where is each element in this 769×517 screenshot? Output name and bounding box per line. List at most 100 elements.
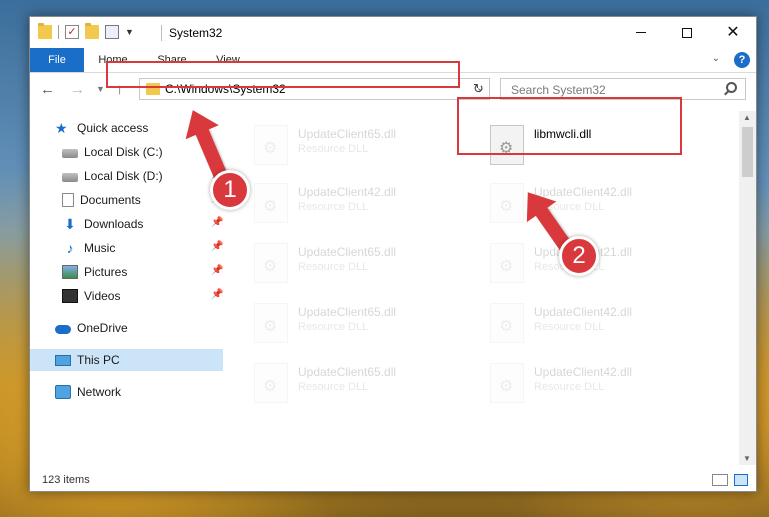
sidebar-item-network[interactable]: Network	[30, 381, 223, 403]
file-item[interactable]: UpdateClient65.dll Resource DLL	[224, 297, 454, 347]
dll-file-icon	[490, 363, 524, 403]
file-item[interactable]: UpdateClient65.dll Resource DLL	[224, 237, 454, 287]
download-icon: ⬇	[64, 216, 76, 232]
file-name: UpdateClient65.dll	[298, 127, 397, 141]
sidebar-item-documents[interactable]: Documents 📌	[30, 189, 223, 211]
help-icon[interactable]: ?	[734, 52, 750, 68]
sidebar-item-pictures[interactable]: Pictures 📌	[30, 261, 223, 283]
computer-icon	[55, 354, 71, 366]
title-bar: ✓ ▼ System32 ✕	[30, 17, 756, 48]
file-name: UpdateClient42.dll	[534, 365, 633, 379]
step-badge-1: 1	[210, 170, 250, 210]
sidebar-item-label: Network	[77, 385, 122, 399]
sidebar-item-label: Pictures	[84, 265, 128, 279]
dll-file-icon	[490, 303, 524, 343]
sidebar-item-label: Music	[84, 241, 116, 255]
disk-icon	[62, 173, 78, 182]
pin-icon[interactable]: 📌	[211, 266, 223, 276]
sidebar-item-videos[interactable]: Videos 📌	[30, 285, 223, 307]
cloud-icon	[55, 325, 71, 334]
network-icon	[55, 385, 71, 399]
sidebar-item-this-pc[interactable]: This PC	[30, 349, 223, 371]
sidebar-item-label: Local Disk (C:)	[84, 145, 163, 159]
vertical-scrollbar[interactable]: ▲ ▼	[739, 111, 756, 465]
sidebar-item-label: This PC	[77, 353, 120, 367]
large-icons-view-icon[interactable]	[734, 474, 748, 486]
navigation-pane: ★ Quick access Local Disk (C:) Local Dis…	[30, 111, 223, 465]
minimize-button[interactable]	[618, 17, 664, 48]
new-folder-icon[interactable]	[85, 23, 99, 39]
sidebar-item-onedrive[interactable]: OneDrive	[30, 317, 223, 339]
item-count: 123 items	[42, 474, 90, 486]
close-icon: ✕	[726, 23, 740, 41]
file-highlight	[457, 97, 682, 155]
file-item[interactable]: UpdateClient42.dll Resource DLL	[460, 177, 690, 227]
pictures-icon	[62, 265, 78, 279]
file-item[interactable]: UpdateClient65.dll Resource DLL	[224, 357, 454, 407]
disk-icon	[62, 149, 78, 158]
file-name: UpdateClient65.dll	[298, 365, 397, 379]
file-type: Resource DLL	[298, 143, 369, 155]
file-list: UpdateClient65.dll Resource DLL libmwcli…	[224, 111, 740, 465]
recent-locations-button[interactable]: ▼	[96, 84, 105, 94]
star-icon: ★	[55, 120, 68, 136]
properties-check-icon[interactable]: ✓	[65, 25, 79, 39]
window-title: System32	[169, 26, 223, 40]
pin-icon[interactable]: 📌	[211, 290, 223, 300]
sidebar-item-label: Local Disk (D:)	[84, 169, 163, 183]
file-type: Resource DLL	[298, 381, 369, 393]
dll-file-icon	[254, 243, 288, 283]
file-type: Resource DLL	[298, 321, 369, 333]
expand-ribbon-icon[interactable]: ⌄	[712, 53, 720, 64]
file-name: UpdateClient42.dll	[534, 305, 633, 319]
dll-file-icon	[254, 125, 288, 165]
quick-access-toolbar: ✓ ▼	[38, 23, 134, 39]
details-view-icon[interactable]	[712, 474, 728, 486]
sidebar-item-music[interactable]: ♪ Music 📌	[30, 237, 224, 259]
file-name: UpdateClient42.dll	[298, 185, 397, 199]
pin-icon[interactable]: 📌	[211, 218, 223, 228]
sidebar-item-label: Videos	[84, 289, 121, 303]
file-name: UpdateClient65.dll	[298, 245, 397, 259]
sidebar-item-label: OneDrive	[77, 321, 128, 335]
file-type: Resource DLL	[298, 201, 369, 213]
scroll-up-icon[interactable]: ▲	[743, 113, 751, 122]
dll-file-icon	[254, 183, 288, 223]
step-badge-2: 2	[559, 236, 599, 276]
file-item[interactable]: UpdateClient65.dll Resource DLL	[224, 119, 454, 169]
dll-file-icon	[254, 363, 288, 403]
sidebar-item-label: Documents	[80, 193, 141, 207]
file-type: Resource DLL	[534, 381, 605, 393]
folder-icon	[38, 23, 52, 39]
tab-file[interactable]: File	[30, 48, 84, 72]
pin-icon[interactable]: 📌	[211, 242, 223, 252]
divider	[58, 25, 59, 39]
file-item[interactable]: UpdateClient42.dll Resource DLL	[460, 357, 690, 407]
music-icon: ♪	[66, 240, 74, 256]
sidebar-item-downloads[interactable]: ⬇ Downloads 📌	[30, 213, 223, 235]
dll-file-icon	[490, 243, 524, 283]
sidebar-item-label: Downloads	[84, 217, 144, 231]
maximize-button[interactable]	[664, 17, 710, 48]
scroll-down-icon[interactable]: ▼	[743, 454, 751, 463]
back-button[interactable]: ←	[40, 81, 55, 98]
maximize-icon	[682, 27, 692, 38]
file-item[interactable]: UpdateClient42.dll Resource DLL	[224, 177, 454, 227]
close-button[interactable]: ✕	[710, 17, 756, 48]
forward-button[interactable]: →	[70, 81, 85, 98]
customize-toolbar-icon[interactable]	[105, 25, 119, 39]
scroll-thumb[interactable]	[742, 127, 753, 177]
minimize-icon	[636, 32, 646, 33]
address-bar-highlight	[106, 61, 460, 88]
file-item[interactable]: UpdateClient42.dll Resource DLL	[460, 297, 690, 347]
search-placeholder: Search System32	[511, 83, 606, 97]
sidebar-item-label: Quick access	[77, 121, 149, 135]
sidebar-item-local-disk-c[interactable]: Local Disk (C:)	[30, 141, 223, 163]
file-type: Resource DLL	[534, 321, 605, 333]
sidebar-item-local-disk-d[interactable]: Local Disk (D:) 📌	[30, 165, 223, 187]
file-name: UpdateClient65.dll	[298, 305, 397, 319]
file-type: Resource DLL	[298, 261, 369, 273]
videos-icon	[62, 289, 78, 303]
chevron-down-icon[interactable]: ▼	[125, 27, 134, 37]
search-icon[interactable]	[726, 82, 737, 93]
